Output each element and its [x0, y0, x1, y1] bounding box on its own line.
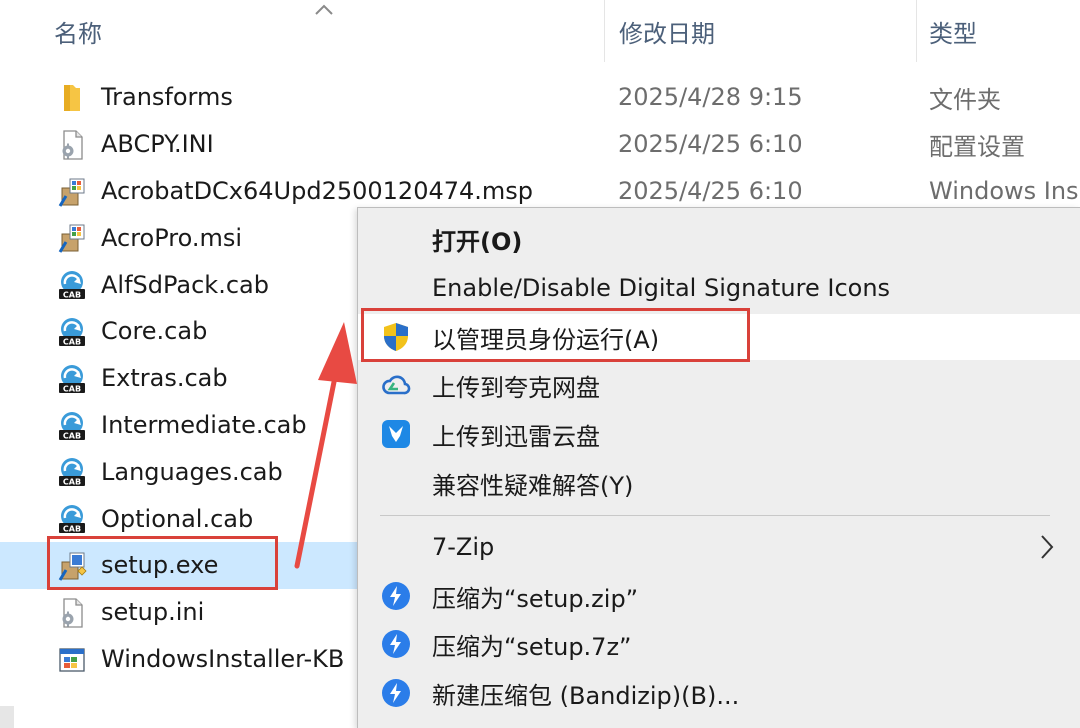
- folder-icon: [56, 82, 88, 114]
- menu-item-7zip[interactable]: 7-Zip: [358, 524, 1080, 570]
- column-header-date-label: 修改日期: [619, 19, 715, 48]
- menu-item-digital-signature-icons[interactable]: Enable/Disable Digital Signature Icons: [358, 265, 1080, 311]
- menu-item-open[interactable]: 打开(O): [358, 216, 1080, 262]
- column-header-name-label: 名称: [54, 19, 102, 48]
- scrollbar-corner: [0, 706, 14, 728]
- file-name: Optional.cab: [101, 504, 254, 533]
- menu-item-compress-zip[interactable]: 压缩为“setup.zip”: [358, 573, 1080, 619]
- highlight-box-run-as-admin: [361, 308, 750, 362]
- column-header-date[interactable]: 修改日期: [604, 0, 916, 62]
- file-row[interactable]: ABCPY.INI 2025/4/25 6:10 配置设置: [0, 121, 1080, 168]
- explorer-window: 名称 修改日期 类型 Transforms 2025/4/28 9:15 文件夹 AB…: [0, 0, 1080, 728]
- column-header-name[interactable]: 名称: [0, 0, 604, 62]
- ini-file-icon: [56, 129, 88, 161]
- menu-item-label: 压缩为“setup.7z”: [432, 632, 632, 661]
- file-name: Intermediate.cab: [101, 410, 307, 439]
- highlight-box-setup-exe: [47, 536, 278, 590]
- cab-file-icon: CAB: [56, 316, 88, 348]
- file-name: AlfSdPack.cab: [101, 270, 269, 299]
- cab-file-icon: CAB: [56, 503, 88, 535]
- menu-item-label: 上传到迅雷云盘: [432, 422, 600, 451]
- file-name: Extras.cab: [101, 364, 228, 393]
- installer-package-icon: [56, 176, 88, 208]
- menu-item-label: 新建压缩包 (Bandizip)(B)...: [432, 681, 740, 710]
- menu-item-label: Enable/Disable Digital Signature Icons: [432, 274, 891, 302]
- context-menu: 打开(O) Enable/Disable Digital Signature Ic…: [357, 207, 1080, 728]
- xunlei-cloud-icon: [380, 418, 412, 450]
- file-name: Transforms: [101, 83, 233, 112]
- bandizip-icon: [380, 677, 412, 709]
- file-name: Core.cab: [101, 317, 208, 346]
- file-name: WindowsInstaller-KB: [101, 644, 345, 673]
- menu-item-compat-troubleshoot[interactable]: 兼容性疑难解答(Y): [358, 460, 1080, 506]
- svg-text:CAB: CAB: [63, 337, 81, 346]
- menu-separator: [380, 515, 1050, 516]
- menu-item-label: 压缩为“setup.zip”: [432, 584, 639, 613]
- ini-file-icon: [56, 597, 88, 629]
- quark-cloud-icon: [380, 369, 412, 401]
- menu-item-label: 兼容性疑难解答(Y): [432, 471, 634, 500]
- column-header-type-label: 类型: [929, 19, 977, 48]
- menu-item-label: 7-Zip: [432, 533, 495, 561]
- file-modified-date: 2025/4/25 6:10: [618, 176, 803, 205]
- file-modified-date: 2025/4/25 6:10: [618, 130, 803, 159]
- windows-installer-icon: [56, 644, 88, 676]
- menu-item-label: 打开(O): [432, 227, 523, 256]
- file-name: ABCPY.INI: [101, 130, 214, 159]
- cab-file-icon: CAB: [56, 456, 88, 488]
- file-type: 配置设置: [929, 132, 1025, 161]
- menu-item-compress-7z[interactable]: 压缩为“setup.7z”: [358, 621, 1080, 667]
- sort-ascending-icon: [315, 4, 333, 15]
- svg-text:CAB: CAB: [63, 524, 81, 533]
- file-name: Languages.cab: [101, 457, 283, 486]
- file-name: AcrobatDCx64Upd2500120474.msp: [101, 176, 534, 205]
- menu-item-upload-xunlei[interactable]: 上传到迅雷云盘: [358, 411, 1080, 457]
- file-name: AcroPro.msi: [101, 223, 243, 252]
- cab-file-icon: CAB: [56, 363, 88, 395]
- file-row[interactable]: Transforms 2025/4/28 9:15 文件夹: [0, 74, 1080, 121]
- installer-package-icon: [56, 222, 88, 254]
- column-header-type[interactable]: 类型: [916, 0, 1080, 62]
- menu-item-upload-quark[interactable]: 上传到夸克网盘: [358, 362, 1080, 408]
- cab-file-icon: CAB: [56, 410, 88, 442]
- chevron-right-icon: [1041, 535, 1054, 559]
- menu-item-new-archive-bandizip[interactable]: 新建压缩包 (Bandizip)(B)...: [358, 670, 1080, 716]
- menu-item-label: 上传到夸克网盘: [432, 373, 600, 402]
- svg-text:CAB: CAB: [63, 431, 81, 440]
- cab-file-icon: CAB: [56, 269, 88, 301]
- file-type: Windows Ins: [929, 176, 1079, 205]
- bandizip-icon: [380, 580, 412, 612]
- svg-text:CAB: CAB: [63, 290, 81, 299]
- file-type: 文件夹: [929, 85, 1001, 114]
- svg-text:CAB: CAB: [63, 478, 81, 487]
- file-modified-date: 2025/4/28 9:15: [618, 83, 803, 112]
- file-name: setup.ini: [101, 598, 205, 627]
- svg-text:CAB: CAB: [63, 384, 81, 393]
- bandizip-icon: [380, 628, 412, 660]
